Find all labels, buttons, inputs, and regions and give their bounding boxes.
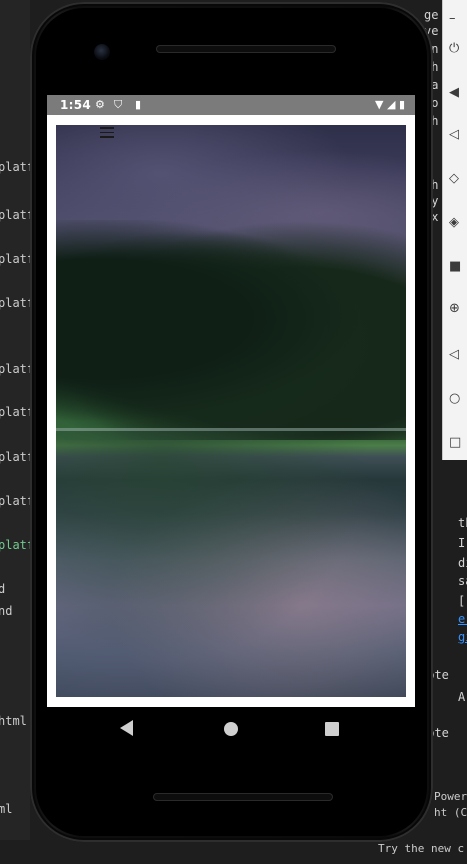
app-content	[47, 115, 415, 707]
volume-up-icon[interactable]: ◀	[449, 86, 463, 100]
back-icon[interactable]: ◁	[449, 348, 463, 362]
volume-down-icon[interactable]: ◁	[449, 128, 463, 142]
shield-icon: ⛉	[114, 98, 123, 111]
signal-icon: ◢	[386, 98, 396, 111]
front-camera	[94, 44, 110, 60]
ide-file-item[interactable]: nd	[0, 604, 12, 618]
sd-card-icon: ▮	[135, 98, 142, 111]
code-line: I	[458, 536, 466, 550]
water-reflection	[56, 431, 406, 697]
code-line: th	[458, 516, 467, 530]
power-icon[interactable]: ⏻	[449, 42, 463, 56]
code-line: A	[458, 690, 466, 704]
code-line: er	[458, 612, 467, 626]
home-icon[interactable]: ○	[449, 392, 463, 406]
code-line: gi	[458, 630, 467, 644]
wifi-icon: ▼	[375, 98, 384, 111]
minimize-icon[interactable]: –	[449, 12, 463, 26]
forest-treeline	[56, 220, 406, 440]
emulator-toolbar: – ⏻ ◀ ◁ ◇ ◈ ■ ⊕ ◁ ○ □	[442, 0, 467, 460]
bottom-speaker	[153, 793, 333, 801]
status-time: 1:54	[60, 98, 92, 112]
zoom-icon[interactable]: ⊕	[449, 302, 463, 316]
terminal-hint: Try the new c	[378, 842, 465, 855]
overview-icon[interactable]: □	[449, 436, 463, 450]
output-line-2: ht (C)	[434, 806, 467, 819]
nav-home-icon[interactable]	[224, 722, 238, 736]
rotate-right-icon[interactable]: ◈	[449, 216, 463, 230]
battery-icon: ▮	[398, 98, 405, 111]
ide-file-item[interactable]: html	[0, 714, 27, 728]
code-line: di	[458, 556, 467, 570]
ide-file-item[interactable]: ml	[0, 802, 12, 816]
nav-back-icon[interactable]	[120, 720, 133, 736]
earpiece-speaker	[156, 45, 336, 53]
code-line: [	[458, 594, 466, 608]
nav-recents-icon[interactable]	[325, 722, 339, 736]
status-bar: 1:54 ⚙ ⛉ ▮ ▼ ◢ ▮	[47, 95, 415, 115]
output-line-1: Power	[434, 790, 467, 803]
rotate-left-icon[interactable]: ◇	[449, 172, 463, 186]
hamburger-menu-icon[interactable]	[100, 127, 114, 139]
status-right-icons: ▼ ◢ ▮	[375, 98, 405, 111]
camera-icon[interactable]: ■	[449, 260, 463, 274]
ide-file-item[interactable]: d	[0, 582, 5, 596]
code-line: ge	[424, 8, 439, 22]
phone-screen: 1:54 ⚙ ⛉ ▮ ▼ ◢ ▮	[47, 95, 415, 707]
landscape-photo	[56, 125, 406, 697]
ide-explorer-panel	[0, 0, 30, 864]
gear-icon: ⚙	[95, 98, 105, 111]
code-line: sa	[458, 574, 467, 588]
